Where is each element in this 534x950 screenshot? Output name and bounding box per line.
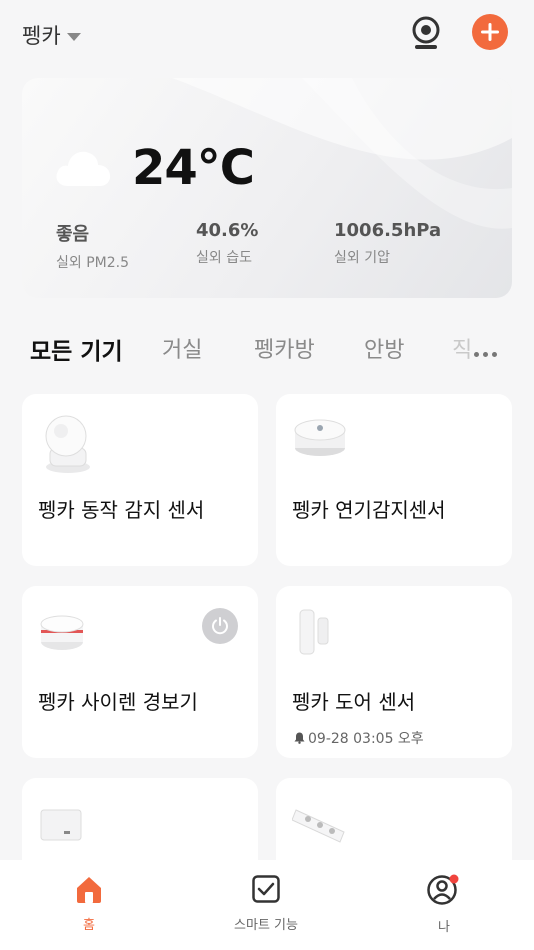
- device-status: 09-28 03:05 오후: [294, 728, 424, 748]
- metric-label: 실외 기압: [334, 250, 390, 266]
- hub-icon: [40, 809, 82, 841]
- home-selector[interactable]: 펭카: [22, 20, 81, 50]
- power-strip-icon: [292, 809, 345, 843]
- tab-pengka-room[interactable]: 펭카방: [254, 332, 315, 364]
- nav-me[interactable]: 나: [384, 874, 504, 935]
- checkbox-icon: [252, 875, 280, 903]
- tab-partial[interactable]: 직: [452, 332, 472, 364]
- power-toggle-button[interactable]: [202, 608, 238, 644]
- metric-value: 40.6%: [196, 220, 259, 241]
- metric-pressure: 1006.5hPa 실외 기압: [334, 220, 441, 267]
- metric-label: 실외 PM2.5: [56, 255, 129, 271]
- metric-humidity: 40.6% 실외 습도: [196, 220, 258, 267]
- device-card-door-sensor[interactable]: 펭카 도어 센서 09-28 03:05 오후: [276, 586, 512, 758]
- camera-button[interactable]: [410, 14, 442, 54]
- tab-master-bedroom[interactable]: 안방: [364, 332, 404, 364]
- tab-all-devices[interactable]: 모든 기기: [30, 332, 123, 366]
- nav-smart-features[interactable]: 스마트 기능: [206, 874, 326, 933]
- top-bar: 펭카: [0, 0, 534, 70]
- temperature: 24°C: [132, 140, 255, 196]
- device-status-text: 09-28 03:05 오후: [308, 731, 424, 747]
- metric-value: 1006.5hPa: [334, 220, 442, 241]
- weather-card[interactable]: 24°C 좋음 실외 PM2.5 40.6% 실외 습도 1006.5hPa 실…: [22, 78, 512, 298]
- metric-label: 실외 습도: [196, 250, 252, 266]
- metric-value: 좋음: [56, 224, 90, 245]
- smoke-detector-icon: [294, 419, 346, 456]
- add-icon: [481, 23, 499, 41]
- bottom-nav: 홈 스마트 기능 나: [0, 860, 534, 950]
- room-tabs: 모든 기기 거실 펭카방 안방 직: [0, 320, 534, 376]
- siren-icon: [40, 615, 84, 650]
- tab-living-room[interactable]: 거실: [162, 332, 202, 364]
- nav-home[interactable]: 홈: [29, 874, 149, 933]
- metric-pm25: 좋음 실외 PM2.5: [56, 220, 129, 272]
- camera-icon: [412, 16, 440, 49]
- motion-sensor-icon: [45, 415, 90, 473]
- chevron-down-icon: [66, 32, 81, 41]
- home-icon: [77, 877, 101, 903]
- more-tabs-button[interactable]: [474, 342, 501, 361]
- nav-label: 나: [438, 920, 450, 935]
- device-name: 펭카 도어 센서: [292, 690, 416, 714]
- home-name: 펭카: [22, 24, 61, 48]
- cloud-icon: [56, 151, 111, 186]
- nav-label: 홈: [83, 918, 95, 933]
- nav-label: 스마트 기능: [234, 918, 298, 933]
- power-icon: [212, 617, 228, 635]
- device-name: 펭카 사이렌 경보기: [38, 690, 198, 714]
- user-icon: [427, 874, 459, 905]
- device-name: 펭카 연기감지센서: [292, 498, 446, 522]
- device-card-motion-sensor[interactable]: 펭카 동작 감지 센서: [22, 394, 258, 566]
- add-button[interactable]: [472, 14, 508, 50]
- device-card-smoke-detector[interactable]: 펭카 연기감지센서: [276, 394, 512, 566]
- device-card-siren[interactable]: 펭카 사이렌 경보기: [22, 586, 258, 758]
- notification-badge: [449, 874, 459, 884]
- bell-icon: [294, 732, 305, 744]
- device-name: 펭카 동작 감지 센서: [38, 498, 205, 522]
- door-sensor-icon: [299, 609, 329, 655]
